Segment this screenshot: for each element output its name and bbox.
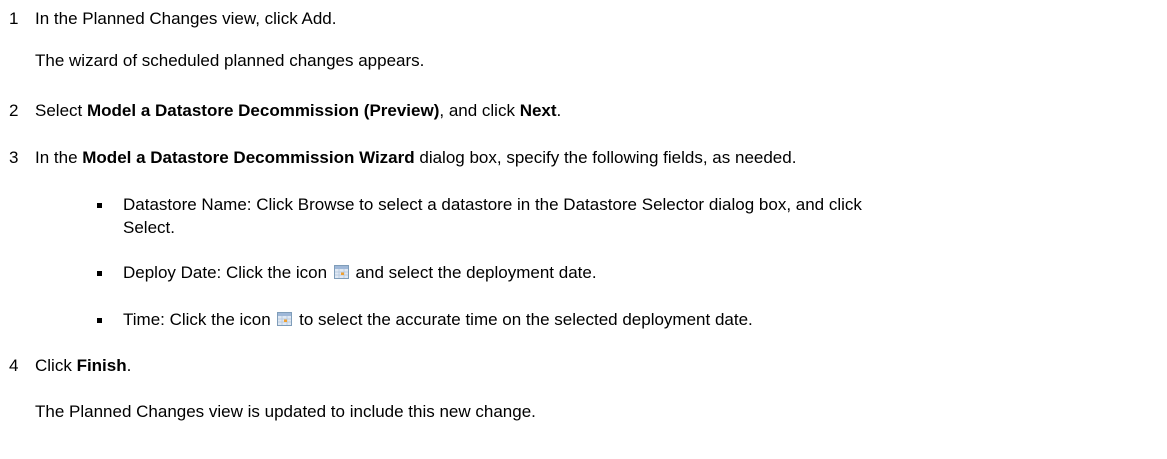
bullet-time-post: to select the accurate time on the selec… xyxy=(294,310,753,329)
bullet-deploy-date-pre: Deploy Date: Click the icon xyxy=(123,263,332,282)
step-2-mid: , and click xyxy=(439,101,520,120)
step-2-pre: Select xyxy=(35,101,87,120)
bullet-marker xyxy=(97,203,102,208)
step-4-text: Click Finish. xyxy=(35,356,131,376)
step-4-number: 4 xyxy=(9,356,19,375)
step-3-text: In the Model a Datastore Decommission Wi… xyxy=(35,148,796,168)
step-3-number: 3 xyxy=(9,148,19,167)
step-2-post: . xyxy=(556,101,562,120)
step-1-result: The wizard of scheduled planned changes … xyxy=(35,51,425,70)
step-2-text: Select Model a Datastore Decommission (P… xyxy=(35,101,561,121)
step-1-text: In the Planned Changes view, click Add. xyxy=(35,9,337,28)
step-4-result: The Planned Changes view is updated to i… xyxy=(35,402,536,421)
step-2-next-label: Next xyxy=(519,101,557,120)
bullet-time: Time: Click the icon to select the accur… xyxy=(123,310,753,330)
step-4-finish-label: Finish xyxy=(76,356,127,375)
bullet-time-pre: Time: Click the icon xyxy=(123,310,276,329)
bullet-marker xyxy=(97,318,102,323)
bullet-datastore-name-line1: Datastore Name: Click Browse to select a… xyxy=(123,195,862,214)
calendar-icon[interactable] xyxy=(277,312,293,326)
bullet-deploy-date-post: and select the deployment date. xyxy=(350,263,597,282)
step-2-number: 2 xyxy=(9,101,19,120)
step-3-pre: In the xyxy=(35,148,83,167)
bullet-marker xyxy=(97,271,102,276)
step-1-number: 1 xyxy=(9,9,19,28)
step-2-option-name: Model a Datastore Decommission (Preview) xyxy=(86,101,440,120)
calendar-icon[interactable] xyxy=(333,265,349,279)
step-4-post: . xyxy=(126,356,132,375)
bullet-datastore-name-line2: Select. xyxy=(123,218,175,237)
step-3-post: dialog box, specify the following fields… xyxy=(414,148,797,167)
bullet-deploy-date: Deploy Date: Click the icon and select t… xyxy=(123,263,597,283)
step-3-wizard-name: Model a Datastore Decommission Wizard xyxy=(82,148,415,167)
step-4-pre: Click xyxy=(35,356,77,375)
